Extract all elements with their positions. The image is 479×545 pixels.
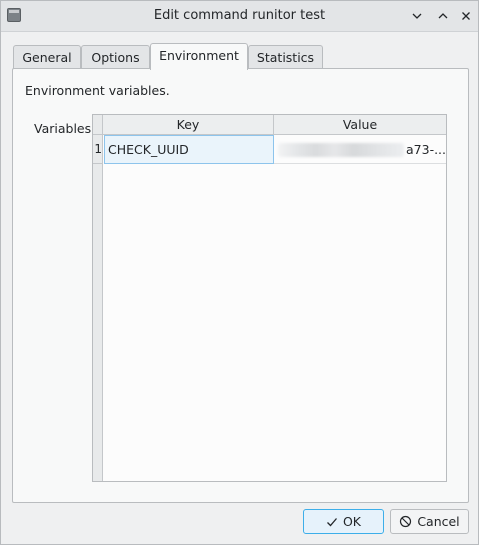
tab-statistics[interactable]: Statistics (248, 45, 323, 69)
variables-table[interactable]: Key Value 1 CHECK_UUID a73-... (92, 114, 447, 482)
value-cell[interactable]: a73-... (274, 135, 446, 164)
close-button[interactable] (456, 6, 476, 26)
tab-general[interactable]: General (13, 45, 81, 69)
environment-panel: Environment variables. Variables Key Val… (12, 68, 469, 503)
ok-label: OK (342, 514, 362, 529)
tab-environment[interactable]: Environment (150, 43, 248, 70)
column-header-value[interactable]: Value (274, 115, 446, 135)
row-number[interactable]: 1 (93, 135, 103, 164)
ok-button[interactable]: OK (303, 509, 384, 534)
cancel-icon (400, 515, 412, 528)
tab-options[interactable]: Options (81, 45, 150, 69)
checkmark-icon (327, 517, 337, 526)
table-corner[interactable] (93, 115, 103, 135)
row-header-strip (93, 135, 103, 481)
panel-description: Environment variables. (25, 83, 170, 98)
title-bar: Edit command runitor test (1, 1, 478, 32)
cancel-label: Cancel (417, 514, 460, 529)
column-header-key[interactable]: Key (103, 115, 274, 135)
dialog-window: Edit command runitor test General Option… (0, 0, 479, 545)
chevron-up-icon (438, 13, 448, 19)
redacted-value (278, 142, 404, 157)
minimize-button[interactable] (407, 6, 427, 26)
variables-label: Variables (34, 121, 92, 136)
maximize-button[interactable] (433, 6, 453, 26)
key-cell[interactable]: CHECK_UUID (104, 135, 274, 164)
close-icon (462, 12, 470, 20)
cancel-button[interactable]: Cancel (390, 509, 469, 534)
chevron-down-icon (412, 13, 422, 19)
value-text: a73-... (406, 142, 446, 157)
